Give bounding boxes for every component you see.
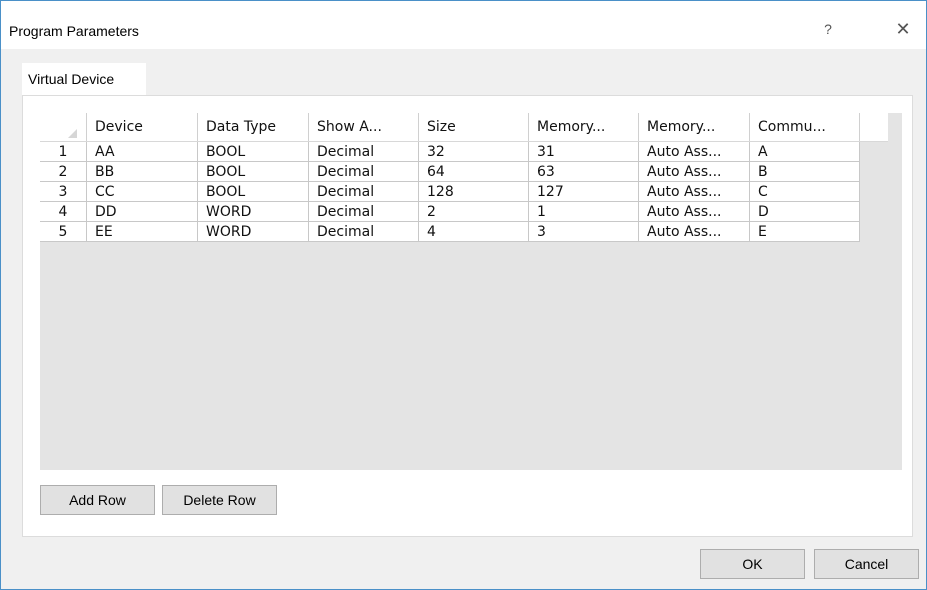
cell-size[interactable]: 4 — [418, 221, 529, 242]
column-header-size[interactable]: Size — [418, 113, 529, 142]
cell-memory-1[interactable]: 31 — [528, 141, 639, 162]
header-filler — [859, 113, 888, 142]
help-icon[interactable]: ? — [813, 15, 843, 43]
cell-memory-1[interactable]: 63 — [528, 161, 639, 182]
select-all-corner[interactable] — [40, 113, 87, 142]
cell-show-as[interactable]: Decimal — [308, 221, 419, 242]
cell-size[interactable]: 2 — [418, 201, 529, 222]
cell-size[interactable]: 64 — [418, 161, 529, 182]
table-row[interactable]: 3 CC BOOL Decimal 128 127 Auto Ass... C — [40, 181, 888, 202]
table-row[interactable]: 5 EE WORD Decimal 4 3 Auto Ass... E — [40, 221, 888, 242]
table-row[interactable]: 1 AA BOOL Decimal 32 31 Auto Ass... A — [40, 141, 888, 162]
cell-memory-1[interactable]: 1 — [528, 201, 639, 222]
corner-triangle-icon — [68, 128, 77, 138]
cell-memory-2[interactable]: Auto Ass... — [638, 141, 750, 162]
column-header-device[interactable]: Device — [86, 113, 198, 142]
title-bar: Program Parameters ? ✕ — [1, 1, 926, 49]
cell-device[interactable]: BB — [86, 161, 198, 182]
cell-size[interactable]: 128 — [418, 181, 529, 202]
row-number[interactable]: 5 — [40, 221, 87, 242]
cell-communication[interactable]: A — [749, 141, 860, 162]
column-header-memory-2[interactable]: Memory... — [638, 113, 750, 142]
table-row[interactable]: 2 BB BOOL Decimal 64 63 Auto Ass... B — [40, 161, 888, 182]
add-row-button[interactable]: Add Row — [40, 485, 155, 515]
cell-memory-1[interactable]: 127 — [528, 181, 639, 202]
cell-data-type[interactable]: BOOL — [197, 181, 309, 202]
ok-button[interactable]: OK — [700, 549, 805, 579]
cell-memory-2[interactable]: Auto Ass... — [638, 161, 750, 182]
column-header-communication[interactable]: Commu... — [749, 113, 860, 142]
cell-device[interactable]: DD — [86, 201, 198, 222]
row-number[interactable]: 3 — [40, 181, 87, 202]
cell-show-as[interactable]: Decimal — [308, 161, 419, 182]
program-parameters-dialog: Program Parameters ? ✕ Virtual Device De… — [0, 0, 927, 590]
column-header-data-type[interactable]: Data Type — [197, 113, 309, 142]
row-number[interactable]: 4 — [40, 201, 87, 222]
row-number[interactable]: 1 — [40, 141, 87, 162]
cell-data-type[interactable]: BOOL — [197, 161, 309, 182]
cell-size[interactable]: 32 — [418, 141, 529, 162]
cell-show-as[interactable]: Decimal — [308, 201, 419, 222]
cell-memory-1[interactable]: 3 — [528, 221, 639, 242]
cell-communication[interactable]: E — [749, 221, 860, 242]
cancel-button[interactable]: Cancel — [814, 549, 919, 579]
cell-show-as[interactable]: Decimal — [308, 141, 419, 162]
cell-memory-2[interactable]: Auto Ass... — [638, 201, 750, 222]
table-row[interactable]: 4 DD WORD Decimal 2 1 Auto Ass... D — [40, 201, 888, 222]
window-title: Program Parameters — [9, 23, 139, 39]
close-icon[interactable]: ✕ — [883, 15, 923, 43]
cell-device[interactable]: EE — [86, 221, 198, 242]
cell-device[interactable]: CC — [86, 181, 198, 202]
tab-virtual-device[interactable]: Virtual Device — [22, 63, 146, 95]
cell-data-type[interactable]: WORD — [197, 221, 309, 242]
cell-communication[interactable]: D — [749, 201, 860, 222]
device-grid: Device Data Type Show A... Size Memory..… — [40, 113, 902, 470]
cell-data-type[interactable]: BOOL — [197, 141, 309, 162]
column-header-memory-1[interactable]: Memory... — [528, 113, 639, 142]
cell-communication[interactable]: C — [749, 181, 860, 202]
cell-show-as[interactable]: Decimal — [308, 181, 419, 202]
cell-device[interactable]: AA — [86, 141, 198, 162]
row-number[interactable]: 2 — [40, 161, 87, 182]
cell-memory-2[interactable]: Auto Ass... — [638, 181, 750, 202]
cell-communication[interactable]: B — [749, 161, 860, 182]
column-header-show-as[interactable]: Show A... — [308, 113, 419, 142]
device-table: Device Data Type Show A... Size Memory..… — [40, 113, 888, 242]
header-row: Device Data Type Show A... Size Memory..… — [40, 113, 888, 142]
delete-row-button[interactable]: Delete Row — [162, 485, 277, 515]
cell-memory-2[interactable]: Auto Ass... — [638, 221, 750, 242]
cell-data-type[interactable]: WORD — [197, 201, 309, 222]
